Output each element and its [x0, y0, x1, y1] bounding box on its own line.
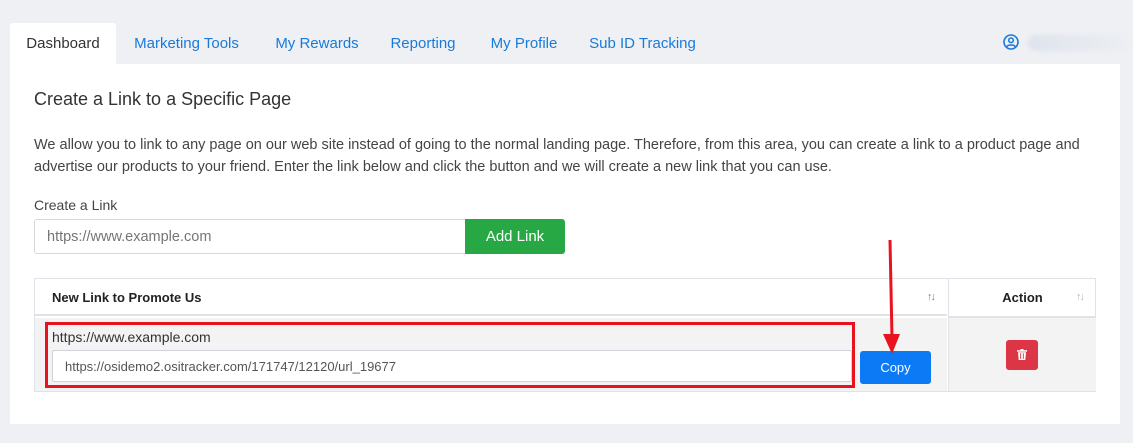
tracking-url-field[interactable]	[52, 350, 852, 382]
original-url: https://www.example.com	[52, 329, 211, 345]
table-row: https://www.example.com Copy	[35, 318, 947, 391]
tab-my-profile[interactable]: My Profile	[479, 23, 569, 64]
column-header-link[interactable]: New Link to Promote Us ↑↓	[35, 279, 947, 316]
sort-icon[interactable]: ↑↓	[1076, 279, 1085, 316]
delete-button[interactable]	[1006, 340, 1038, 370]
nav-tabs: Dashboard Marketing Tools My Rewards Rep…	[10, 23, 1133, 64]
user-name-redacted[interactable]	[1028, 35, 1128, 51]
create-link-label: Create a Link	[34, 197, 118, 213]
tab-dashboard[interactable]: Dashboard	[10, 23, 116, 64]
tab-sub-id-tracking[interactable]: Sub ID Tracking	[580, 23, 705, 64]
main-panel: Create a Link to a Specific Page We allo…	[10, 64, 1120, 424]
link-url-input[interactable]	[34, 219, 465, 254]
intro-text: We allow you to link to any page on our …	[34, 137, 1080, 175]
tab-my-rewards[interactable]: My Rewards	[262, 23, 372, 64]
links-table: New Link to Promote Us ↑↓ Action ↑↓ http…	[34, 278, 1096, 392]
column-header-link-label: New Link to Promote Us	[52, 290, 202, 305]
page-title: Create a Link to a Specific Page	[34, 89, 292, 109]
sort-icon[interactable]: ↑↓	[927, 279, 936, 316]
action-cell	[948, 318, 1096, 391]
add-link-button[interactable]: Add Link	[465, 219, 565, 254]
tab-reporting[interactable]: Reporting	[380, 23, 466, 64]
copy-button[interactable]: Copy	[860, 351, 931, 384]
user-circle-icon[interactable]	[1003, 34, 1019, 50]
column-header-action-label: Action	[1002, 290, 1043, 305]
tab-marketing-tools[interactable]: Marketing Tools	[121, 23, 252, 64]
column-header-action[interactable]: Action ↑↓	[948, 279, 1096, 318]
trash-icon	[1017, 348, 1027, 363]
